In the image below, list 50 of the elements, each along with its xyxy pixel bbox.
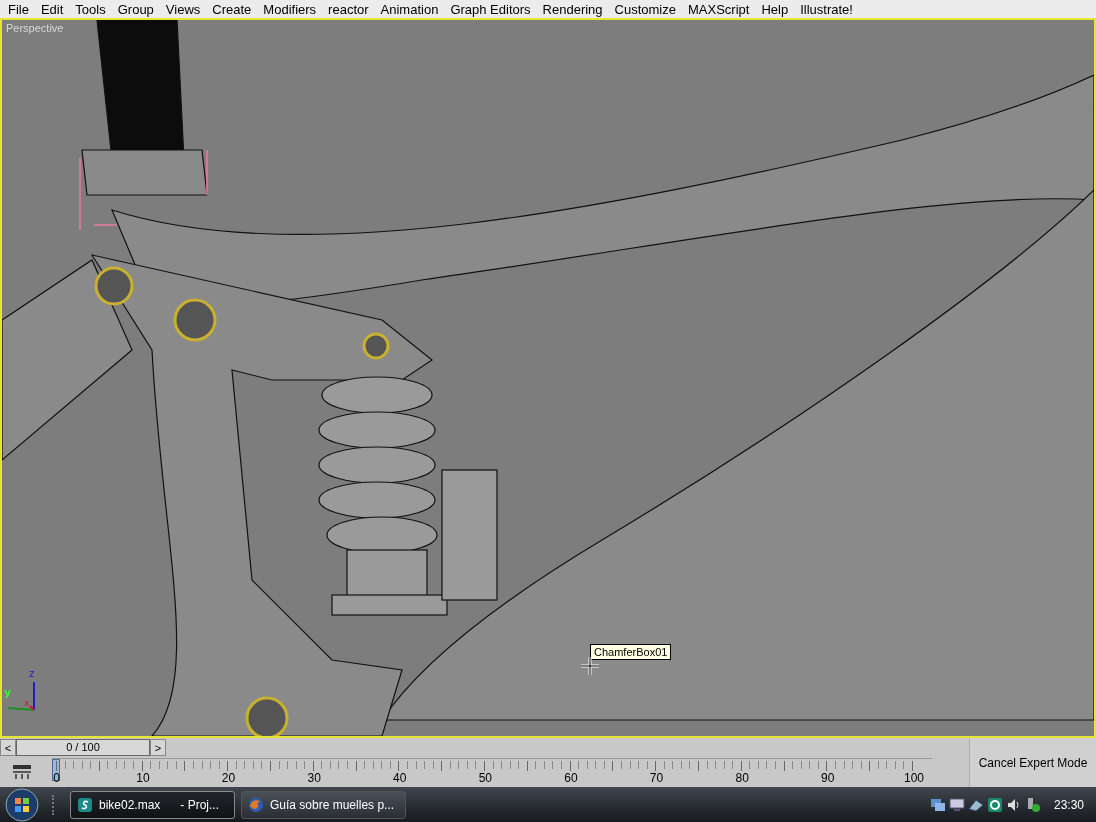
menu-item[interactable]: Animation bbox=[374, 1, 445, 17]
axis-tripod-icon bbox=[6, 680, 36, 712]
frame-number: 50 bbox=[478, 770, 492, 785]
track-bar[interactable]: 0 10 20 30 40 50 60 70 80 90 100 bbox=[52, 757, 932, 787]
volume-icon bbox=[1005, 797, 1022, 813]
menu-item[interactable]: Modifiers bbox=[257, 1, 323, 17]
frame-number: 100 bbox=[904, 770, 924, 785]
frame-number: 30 bbox=[307, 770, 321, 785]
frame-number: 40 bbox=[393, 770, 407, 785]
next-frame-button[interactable]: > bbox=[150, 739, 166, 756]
frame-number: 0 bbox=[53, 770, 60, 785]
frame-number: 20 bbox=[221, 770, 236, 785]
menu-item[interactable]: Help bbox=[755, 1, 795, 17]
app-icon bbox=[77, 797, 93, 813]
taskbar-button[interactable]: Guía sobre muelles p... bbox=[241, 791, 406, 819]
frame-number: 80 bbox=[735, 770, 749, 785]
menu-item[interactable]: Rendering bbox=[536, 1, 609, 17]
sync-icon bbox=[986, 797, 1003, 813]
menu-item[interactable]: Edit bbox=[34, 1, 70, 17]
menu-item[interactable]: Create bbox=[206, 1, 258, 17]
frame-number: 70 bbox=[649, 770, 664, 785]
frame-number: 60 bbox=[564, 770, 578, 785]
curve-editor-icon[interactable] bbox=[12, 764, 32, 780]
axis-label: y bbox=[4, 686, 12, 699]
axis-label: x bbox=[24, 698, 30, 708]
start-button-icon[interactable] bbox=[4, 787, 40, 822]
menu-item[interactable]: Tools bbox=[69, 1, 112, 17]
viewport[interactable]: Perspective ChamferBox01 z y x bbox=[0, 18, 1096, 738]
frame-number: 90 bbox=[821, 770, 835, 785]
move-cursor-icon bbox=[580, 656, 600, 676]
time-slider-thumb[interactable]: 0 / 100 bbox=[16, 739, 150, 756]
browser-icon bbox=[248, 797, 264, 813]
network-icon bbox=[929, 797, 946, 813]
taskbar-button[interactable]: bike02.max - Proj... bbox=[70, 791, 235, 819]
menu-item[interactable]: MAXScript bbox=[682, 1, 756, 17]
cancel-expert-mode-button[interactable]: Cancel Expert Mode bbox=[969, 738, 1096, 787]
monitor-icon bbox=[948, 797, 965, 813]
menu-item[interactable]: reactor bbox=[322, 1, 375, 17]
menu-item[interactable]: Group bbox=[111, 1, 160, 17]
axis-label: z bbox=[29, 668, 35, 679]
menu-item[interactable]: Graph Editors bbox=[444, 1, 537, 17]
menu-item[interactable]: Illustrate! bbox=[794, 1, 859, 17]
menu-item[interactable]: File bbox=[2, 1, 35, 17]
previous-frame-button[interactable]: < bbox=[0, 739, 16, 756]
menu-item[interactable]: Customize bbox=[608, 1, 682, 17]
menu-item[interactable]: Views bbox=[159, 1, 207, 17]
clock: 23:30 bbox=[1053, 798, 1084, 812]
object-name-tooltip: ChamferBox01 bbox=[590, 644, 672, 660]
current-frame-marker[interactable] bbox=[52, 758, 60, 781]
frame-number: 10 bbox=[136, 770, 150, 785]
